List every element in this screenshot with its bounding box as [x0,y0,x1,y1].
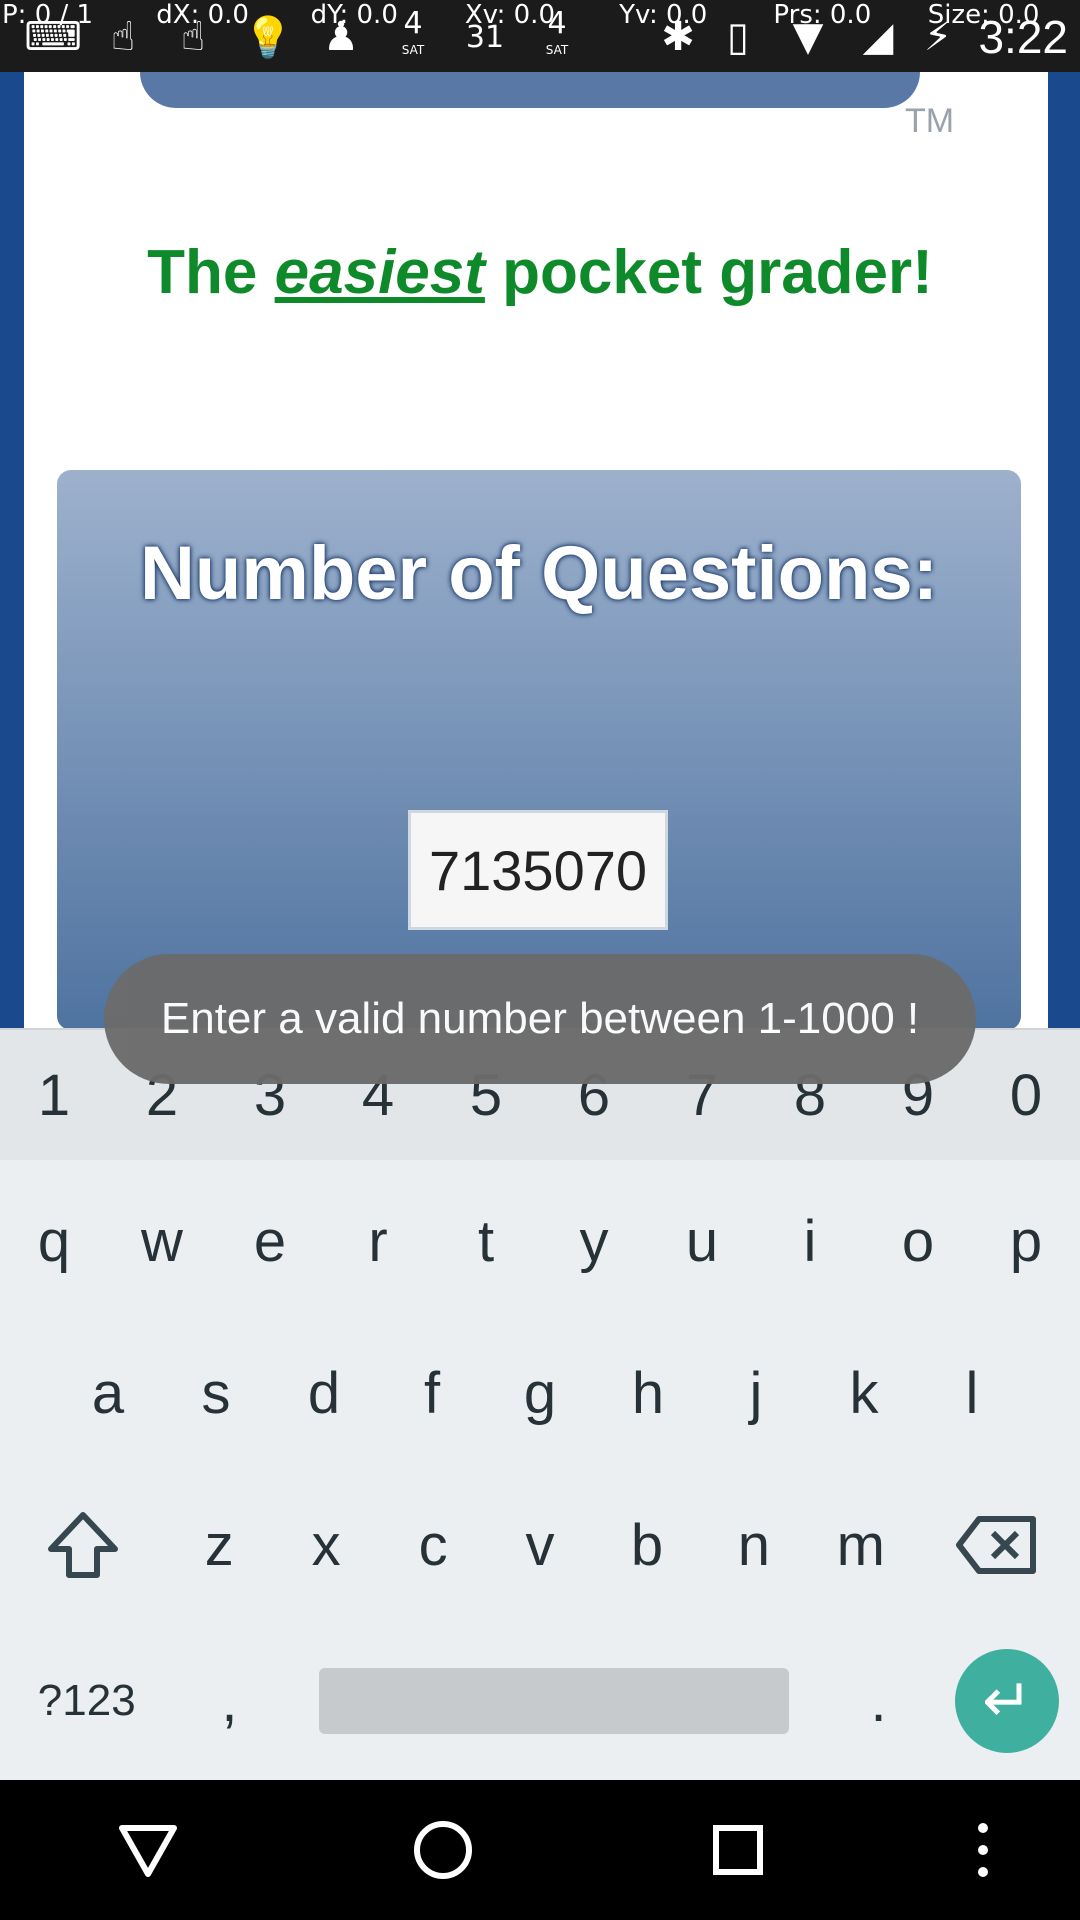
enter-icon: ↵ [955,1649,1060,1753]
key-s[interactable]: s [162,1318,270,1468]
key-r[interactable]: r [324,1166,432,1316]
symbols-key[interactable]: ?123 [0,1626,174,1776]
key-e[interactable]: e [216,1166,324,1316]
debug-dy: dY: 0.0 [310,0,398,30]
tagline-post: pocket grader! [484,238,933,307]
home-button[interactable] [343,1790,543,1910]
key-g[interactable]: g [486,1318,594,1468]
recents-icon [712,1825,763,1875]
home-icon [413,1821,472,1879]
key-z[interactable]: z [165,1470,273,1620]
backspace-key[interactable] [914,1470,1080,1620]
key-a[interactable]: a [54,1318,162,1468]
key-p[interactable]: p [972,1166,1080,1316]
menu-icon [977,1823,988,1877]
key-w[interactable]: w [108,1166,216,1316]
key-1[interactable]: 1 [0,1030,108,1160]
backspace-icon [956,1516,1037,1574]
key-x[interactable]: x [272,1470,380,1620]
key-o[interactable]: o [864,1166,972,1316]
navigation-bar [0,1780,1080,1920]
shift-icon [47,1512,118,1578]
soft-keyboard: 1 2 3 4 5 6 7 8 9 0 q w e r t y u i o p … [0,1028,1080,1782]
key-m[interactable]: m [807,1470,915,1620]
key-u[interactable]: u [648,1166,756,1316]
pointer-debug-overlay: P: 0 / 1 dX: 0.0 dY: 0.0 Xv: 0.0 Yv: 0.0… [0,0,1080,36]
back-icon [118,1825,177,1877]
key-d[interactable]: d [270,1318,378,1468]
recents-button[interactable] [638,1790,838,1910]
key-0[interactable]: 0 [972,1030,1080,1160]
tagline-pre: The [147,238,275,307]
key-t[interactable]: t [432,1166,540,1316]
sat-label: SAT [401,43,425,57]
space-bar-indicator [318,1668,789,1734]
key-y[interactable]: y [540,1166,648,1316]
key-l[interactable]: l [918,1318,1026,1468]
tagline-emphasis: easiest [274,238,485,307]
menu-button[interactable] [933,1790,1033,1910]
key-f[interactable]: f [378,1318,486,1468]
comma-key[interactable]: , [173,1626,286,1776]
letter-row-2: a s d f g h j k l [0,1318,1080,1468]
bottom-key-row: ?123 , . ↵ [0,1626,1080,1776]
questions-card: Number of Questions: [57,470,1021,1030]
question-count-input[interactable] [408,810,668,930]
trademark: TM [905,102,955,140]
card-title: Number of Questions: [139,531,939,616]
tagline: The easiest pocket grader! [0,237,1080,308]
debug-yv: Yv: 0.0 [619,0,708,30]
back-button[interactable] [48,1790,248,1910]
enter-key[interactable]: ↵ [935,1626,1080,1776]
key-b[interactable]: b [593,1470,701,1620]
key-j[interactable]: j [702,1318,810,1468]
key-h[interactable]: h [594,1318,702,1468]
letter-row-3: z x c v b n m [0,1470,1080,1620]
key-n[interactable]: n [700,1470,808,1620]
debug-pressure: Prs: 0.0 [773,0,872,30]
key-i[interactable]: i [756,1166,864,1316]
key-k[interactable]: k [810,1318,918,1468]
debug-pointer: P: 0 / 1 [2,0,94,30]
debug-dx: dX: 0.0 [156,0,249,30]
key-q[interactable]: q [0,1166,108,1316]
space-bar[interactable] [285,1626,822,1776]
app-logo [140,72,920,108]
shift-key[interactable] [0,1470,166,1620]
debug-xv: Xv: 0.0 [464,0,555,30]
status-bar: ⌨ ☝ ☝ 💡 ♟ 4 SAT 31 4 SAT ✱ ▯ ▼ ◢ ⚡ 3:22 P… [0,0,1080,72]
key-v[interactable]: v [486,1470,594,1620]
toast-message: Enter a valid number between 1-1000 ! [104,954,976,1084]
question-count-field[interactable] [408,810,668,930]
debug-size: Size: 0.0 [927,0,1040,30]
period-key[interactable]: . [822,1626,935,1776]
key-c[interactable]: c [379,1470,487,1620]
letter-row-1: q w e r t y u i o p [0,1166,1080,1316]
